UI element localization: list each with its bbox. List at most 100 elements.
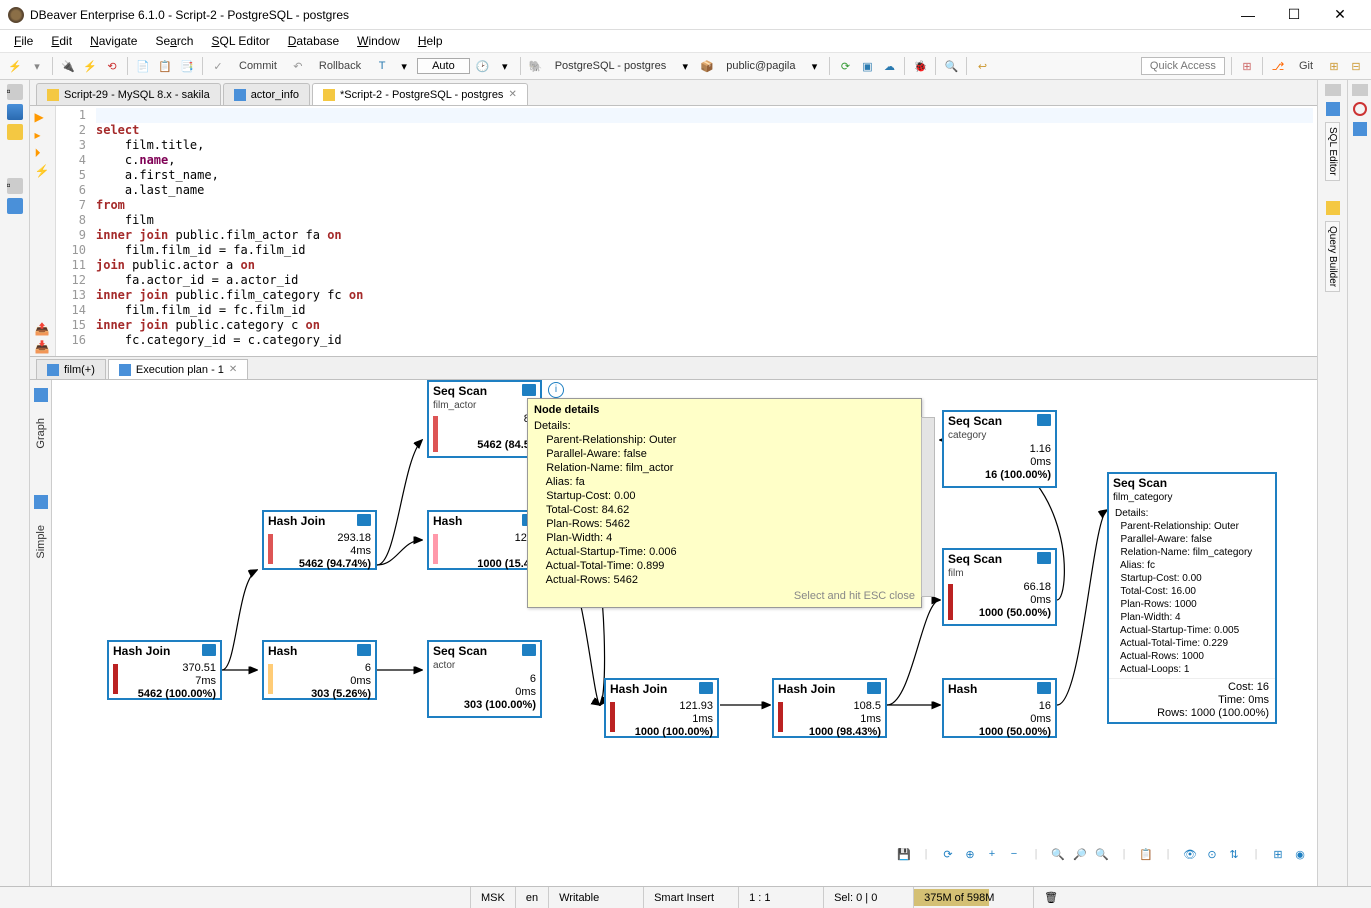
status-memory[interactable]: 375M of 598M	[913, 887, 1033, 908]
tx-dropdown-icon[interactable]: ▾	[395, 57, 413, 75]
plan-node-seqscan-category[interactable]: Seq Scan category 1.160ms16 (100.00%)	[942, 410, 1057, 488]
minimize-view2-icon[interactable]: ▫	[7, 178, 23, 194]
palette-sql-editor[interactable]: SQL Editor	[1325, 122, 1340, 181]
sql-recent-icon[interactable]: 📑	[178, 57, 196, 75]
close-tab-icon[interactable]: ✕	[508, 89, 516, 100]
projects-icon[interactable]	[7, 124, 23, 140]
connect-icon[interactable]: 🔌	[59, 57, 77, 75]
reconnect-icon[interactable]: ⟲	[103, 57, 121, 75]
dropdown-icon[interactable]: ▾	[28, 57, 46, 75]
plan-node-seqscan-filmactor[interactable]: Seq Scan film_actor 8405462 (84.52	[427, 380, 542, 458]
auto-commit-button[interactable]: Auto	[417, 58, 470, 74]
grid-icon[interactable]: ⊞	[1269, 845, 1287, 863]
schema-dropdown-icon[interactable]: ▾	[805, 57, 823, 75]
plan-node-hashjoin-3[interactable]: Hash Join 121.931ms1000 (100.00%)	[604, 678, 719, 738]
error-log-icon[interactable]	[1353, 102, 1367, 116]
side-tab-simple[interactable]: Simple	[33, 519, 49, 565]
db-navigator-icon[interactable]	[7, 104, 23, 120]
close-tab-icon[interactable]: ✕	[229, 364, 237, 375]
plan-node-seqscan-actor[interactable]: Seq Scan actor 60ms303 (100.00%)	[427, 640, 542, 718]
database-combo[interactable]: PostgreSQL - postgres	[549, 58, 672, 74]
history-icon[interactable]: 🕑	[474, 57, 492, 75]
cloud-icon[interactable]: ☁	[880, 57, 898, 75]
refresh-icon[interactable]: ⟳	[836, 57, 854, 75]
copy-icon[interactable]: 📋	[1137, 845, 1155, 863]
record-icon[interactable]: ◉	[1291, 845, 1309, 863]
sql-editor-icon[interactable]: 📄	[134, 57, 152, 75]
sql-script-icon[interactable]: 📋	[156, 57, 174, 75]
tab-script29[interactable]: Script-29 - MySQL 8.x - sakila	[36, 83, 221, 105]
plan-node-hash-1[interactable]: Hash 60ms303 (5.26%)	[262, 640, 377, 700]
rollback-icon[interactable]: ↶	[289, 57, 307, 75]
close-button[interactable]: ✕	[1317, 0, 1363, 30]
new-connection-icon[interactable]: ⚡	[6, 57, 24, 75]
plan-node-seqscan-film[interactable]: Seq Scan film 66.180ms1000 (50.00%)	[942, 548, 1057, 626]
save-icon[interactable]: 💾	[895, 845, 913, 863]
menu-navigate[interactable]: Navigate	[82, 32, 145, 50]
result-tab-plan[interactable]: Execution plan - 1 ✕	[108, 359, 248, 379]
zoom-out-icon[interactable]: 🔍	[1093, 845, 1111, 863]
palette-query-builder[interactable]: Query Builder	[1325, 221, 1340, 292]
refresh-icon[interactable]: ⟳	[939, 845, 957, 863]
menu-window[interactable]: Window	[349, 32, 408, 50]
perspective-db-icon[interactable]: ⊞	[1325, 57, 1343, 75]
simple-tab-icon[interactable]	[34, 495, 48, 509]
disconnect-icon[interactable]: ⚡	[81, 57, 99, 75]
perspective-other-icon[interactable]: ⊟	[1347, 57, 1365, 75]
query-builder-palette-icon[interactable]	[1326, 201, 1340, 215]
load-icon[interactable]: 📥	[35, 340, 51, 356]
execute-script-icon[interactable]: ⏵	[35, 146, 51, 162]
maximize-button[interactable]: ☐	[1271, 0, 1317, 30]
commit-label[interactable]: Commit	[231, 58, 285, 74]
side-tab-graph[interactable]: Graph	[33, 412, 49, 455]
execute-icon[interactable]: ▶	[35, 110, 51, 126]
zoom-in-icon[interactable]: 🔍	[1049, 845, 1067, 863]
filter-icon[interactable]: ⊙	[1203, 845, 1221, 863]
plan-canvas[interactable]: Hash Join 370.517ms5462 (100.00%) Hash J…	[52, 380, 1317, 868]
sql-editor-palette-icon[interactable]	[1326, 102, 1340, 116]
stop-icon[interactable]: ▣	[858, 57, 876, 75]
minimize-view-icon[interactable]	[1352, 84, 1368, 96]
zoom-reset-icon[interactable]: 🔎	[1071, 845, 1089, 863]
result-tab-film[interactable]: film(+)	[36, 359, 106, 379]
minimize-button[interactable]: —	[1225, 0, 1271, 30]
menu-search[interactable]: Search	[147, 32, 201, 50]
menu-edit[interactable]: Edit	[43, 32, 80, 50]
git-icon[interactable]: ⎇	[1269, 57, 1287, 75]
remove-icon[interactable]: −	[1005, 845, 1023, 863]
plan-node-hash-3[interactable]: Hash 160ms1000 (50.00%)	[942, 678, 1057, 738]
tx-icon[interactable]: T	[373, 57, 391, 75]
bookmarks-icon[interactable]	[1353, 122, 1367, 136]
export-icon[interactable]: 📤	[35, 322, 51, 338]
plan-node-hash-2[interactable]: Hash 121.11000 (15.48	[427, 510, 542, 570]
search-icon[interactable]: 🔍	[942, 57, 960, 75]
menu-help[interactable]: Help	[410, 32, 451, 50]
db-dropdown-icon[interactable]: ▾	[676, 57, 694, 75]
project-explorer-icon[interactable]	[7, 198, 23, 214]
execute-new-tab-icon[interactable]: ▸	[35, 128, 51, 144]
minimize-view-icon[interactable]: ▫	[7, 84, 23, 100]
status-gc-icon[interactable]: 🗑	[1033, 887, 1068, 908]
add-icon[interactable]: +	[983, 845, 1001, 863]
perspective-icon[interactable]: ⊞	[1238, 57, 1256, 75]
plan-node-hashjoin-root[interactable]: Hash Join 370.517ms5462 (100.00%)	[107, 640, 222, 700]
minimize-view-icon[interactable]	[1325, 84, 1341, 96]
sql-code-area[interactable]: select film.title, c.name, a.first_name,…	[92, 106, 1317, 356]
graph-tab-icon[interactable]	[34, 388, 48, 402]
menu-file[interactable]: File	[6, 32, 41, 50]
sort-icon[interactable]: ⇅	[1225, 845, 1243, 863]
tab-script2[interactable]: *Script-2 - PostgreSQL - postgres ✕	[312, 83, 528, 105]
git-label[interactable]: Git	[1291, 58, 1321, 74]
plan-node-hashjoin-4[interactable]: Hash Join 108.51ms1000 (98.43%)	[772, 678, 887, 738]
tab-actor-info[interactable]: actor_info	[223, 83, 310, 105]
menu-sql-editor[interactable]: SQL Editor	[203, 32, 277, 50]
rollback-label[interactable]: Rollback	[311, 58, 369, 74]
debug-icon[interactable]: 🐞	[911, 57, 929, 75]
info-icon[interactable]: i	[548, 382, 564, 398]
view-icon[interactable]: 👁	[1181, 845, 1199, 863]
explain-icon[interactable]: ⚡	[35, 164, 51, 180]
quick-access-field[interactable]: Quick Access	[1141, 57, 1225, 75]
history-dropdown-icon[interactable]: ▾	[496, 57, 514, 75]
expand-icon[interactable]: ⊕	[961, 845, 979, 863]
commit-icon[interactable]: ✓	[209, 57, 227, 75]
